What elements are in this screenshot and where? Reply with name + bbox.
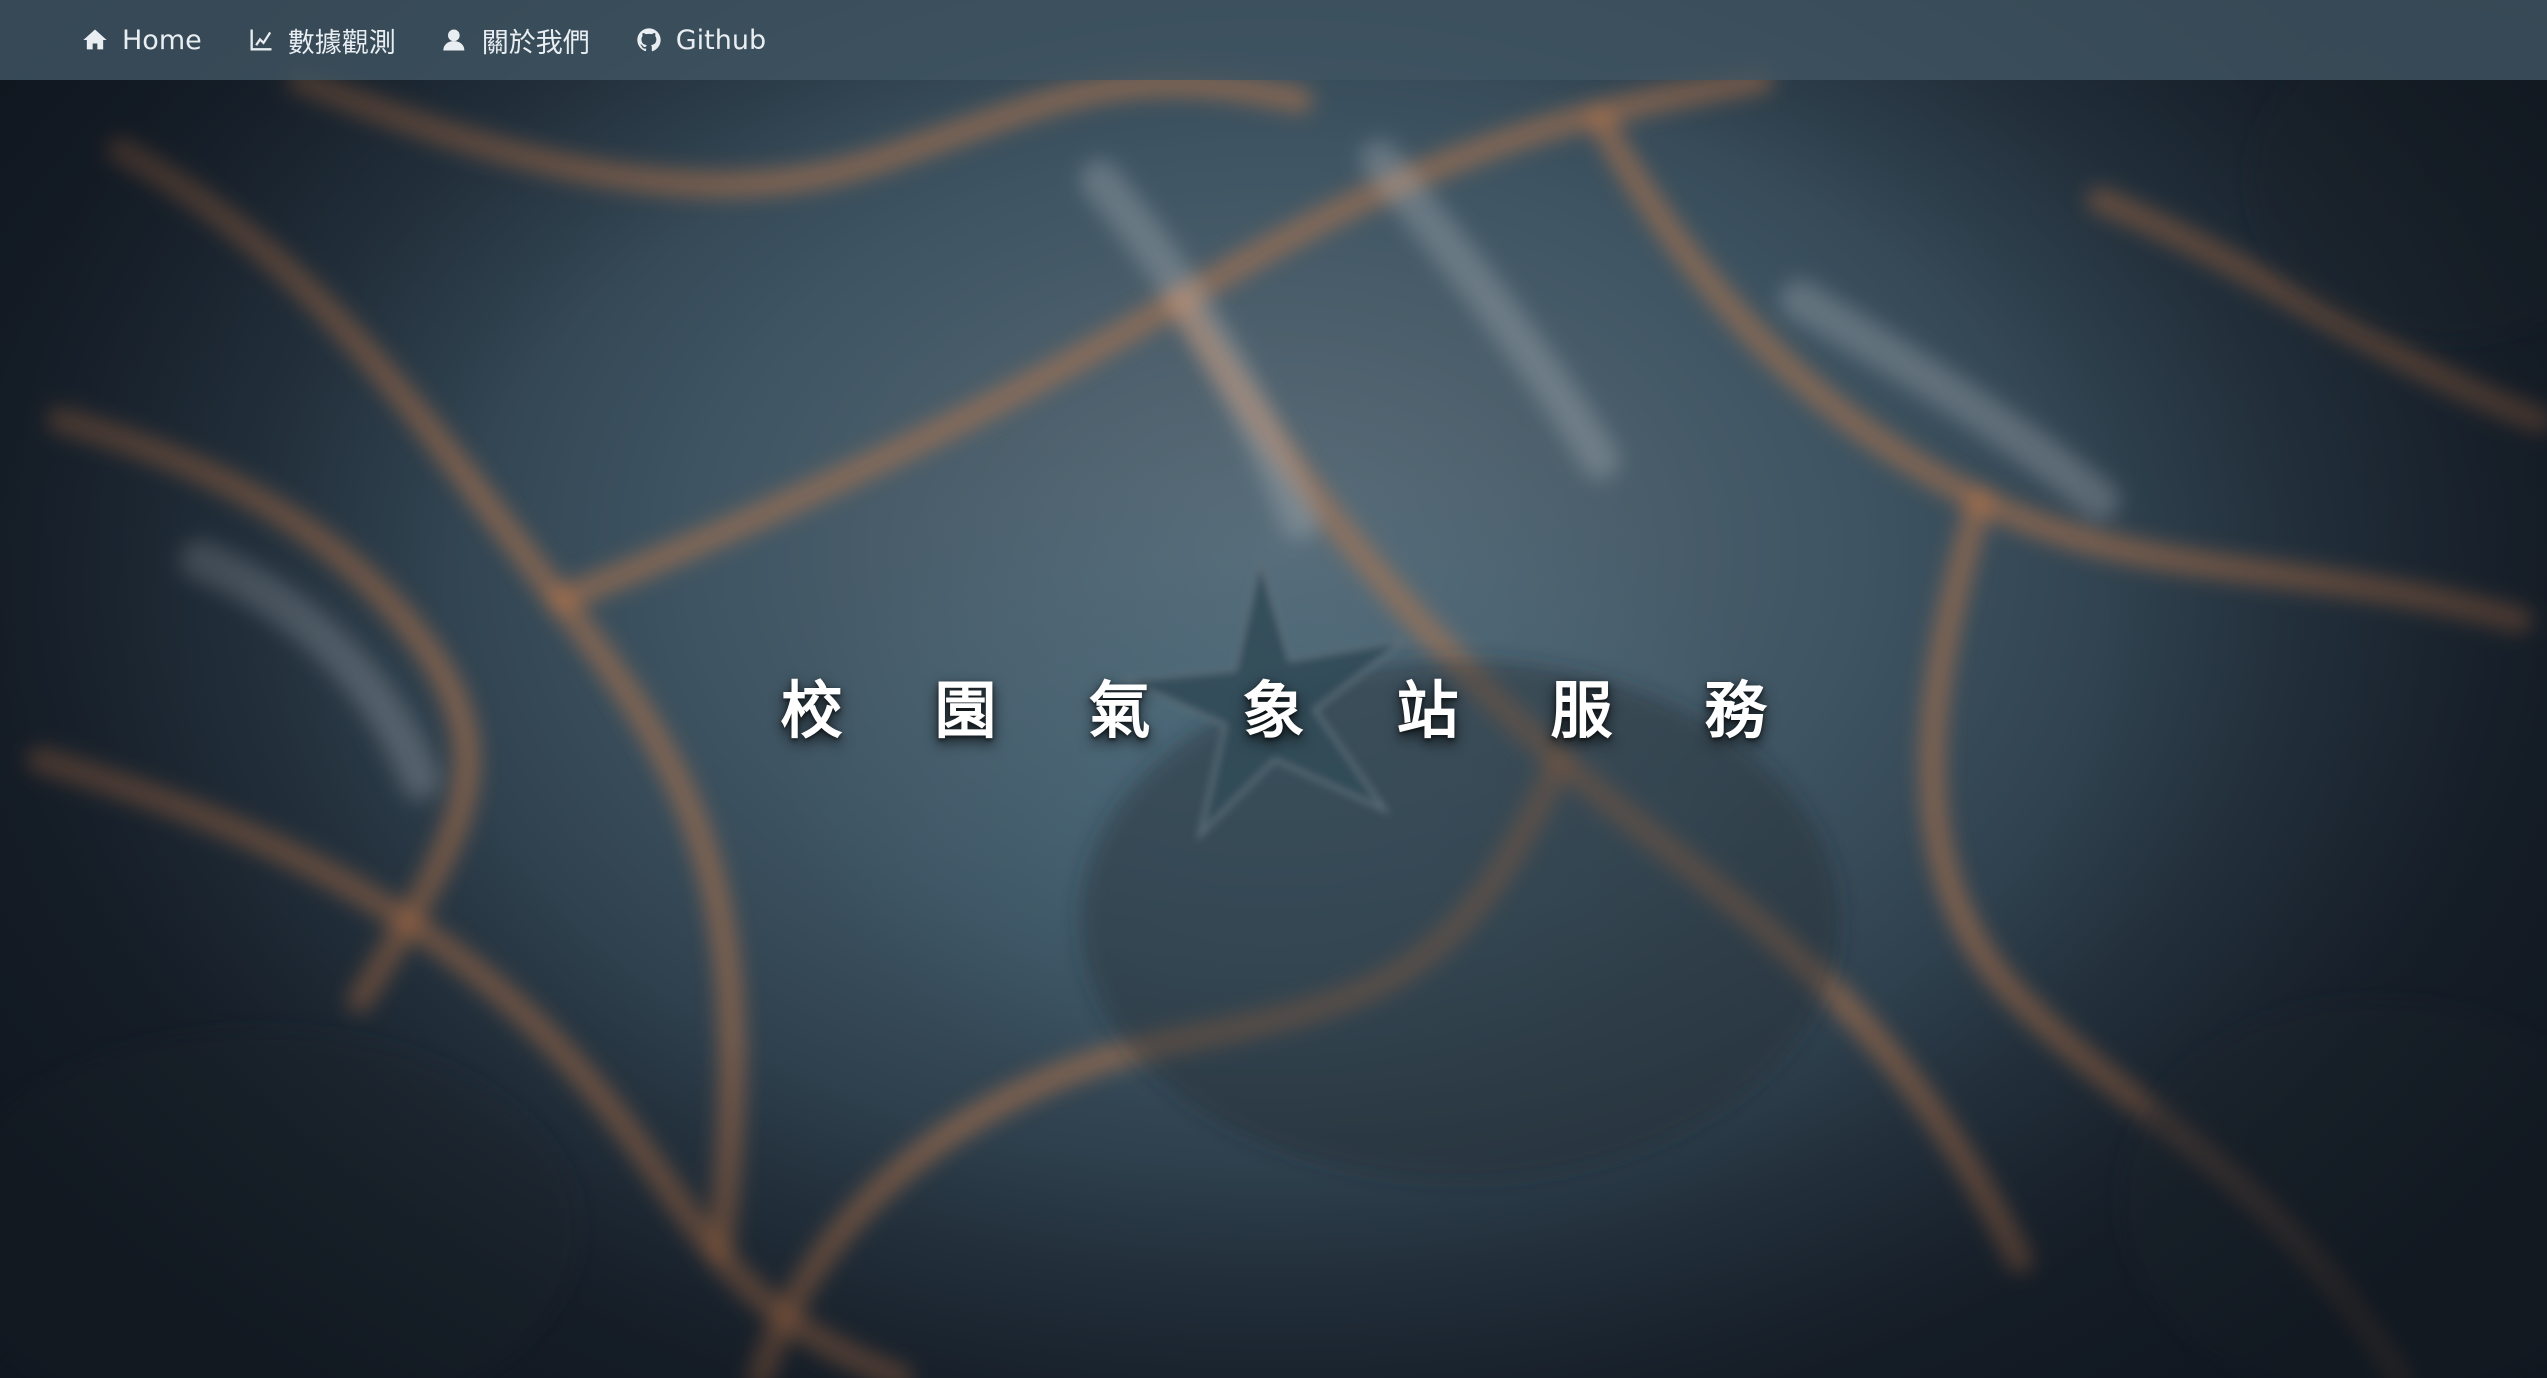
home-icon [80, 25, 110, 55]
hero-section: 校園氣象站服務 [0, 0, 2547, 1378]
github-icon [634, 25, 664, 55]
nav-home-label: Home [122, 24, 202, 56]
nav-about-us[interactable]: 關於我們 [440, 21, 590, 60]
hero-title: 校園氣象站服務 [780, 674, 1859, 747]
nav-about-us-label: 關於我們 [481, 27, 590, 59]
nav-github[interactable]: Github [634, 25, 766, 56]
user-icon [440, 25, 470, 55]
top-navbar: Home 數據觀測 關於我們 Github [0, 0, 2547, 80]
nav-home[interactable]: Home [80, 25, 202, 56]
nav-data-observation[interactable]: 數據觀測 [246, 21, 396, 60]
chart-line-icon [246, 25, 276, 55]
nav-data-observation-label: 數據觀測 [287, 27, 396, 59]
nav-github-label: Github [675, 24, 767, 56]
